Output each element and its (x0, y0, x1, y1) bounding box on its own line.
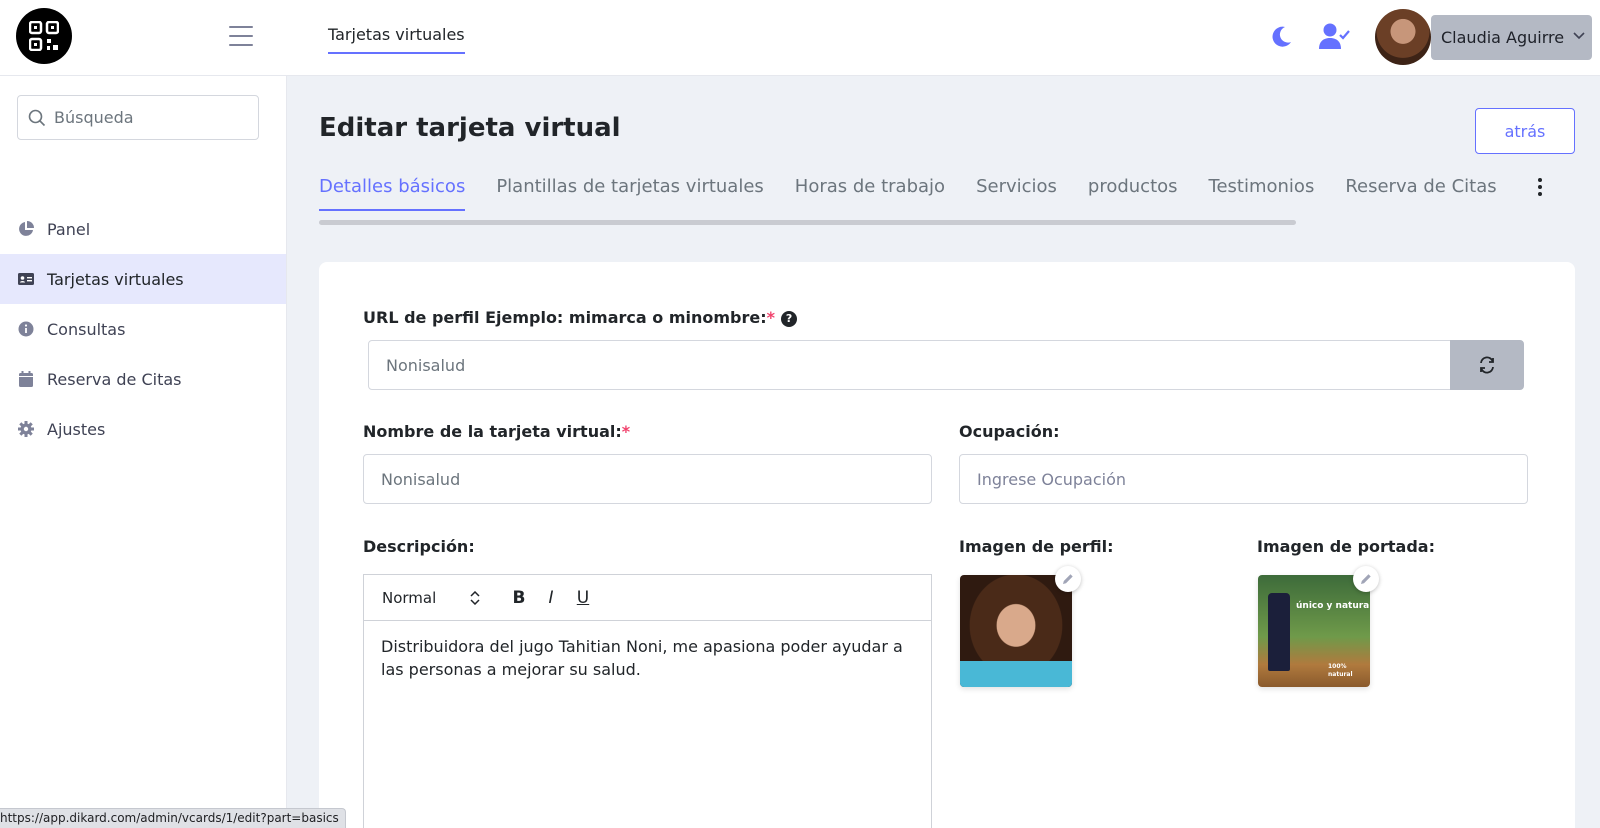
tab-bar: Detalles básicos Plantillas de tarjetas … (319, 176, 1528, 212)
tab-services[interactable]: Servicios (976, 176, 1057, 211)
tab-card-templates[interactable]: Plantillas de tarjetas virtuales (496, 176, 763, 211)
url-label-text: URL de perfil Ejemplo: mimarca o minombr… (363, 308, 767, 327)
app-logo[interactable] (16, 8, 72, 64)
card-name-input[interactable] (363, 454, 932, 504)
occupation-label: Ocupación: (959, 422, 1060, 441)
sidebar-item-appointments[interactable]: Reserva de Citas (0, 354, 286, 404)
sidebar-item-label: Ajustes (47, 419, 106, 439)
card-name-label: Nombre de la tarjeta virtual:* (363, 422, 630, 441)
description-label: Descripción: (363, 537, 475, 556)
basic-details-card: URL de perfil Ejemplo: mimarca o minombr… (319, 262, 1575, 828)
sidebar-item-label: Consultas (47, 319, 126, 339)
refresh-icon (1480, 356, 1494, 374)
required-mark: * (766, 308, 776, 327)
tab-scrollbar[interactable] (319, 220, 1296, 225)
qr-code-icon (29, 21, 59, 51)
search-input[interactable] (54, 108, 244, 127)
sidebar-search (17, 95, 259, 140)
sidebar: Panel Tarjetas virtuales Consultas (0, 76, 287, 828)
cover-bottle (1268, 593, 1290, 671)
info-circle-icon (18, 321, 34, 337)
underline-button[interactable]: U (574, 588, 592, 608)
page-title: Editar tarjeta virtual (319, 113, 621, 143)
main-content: Editar tarjeta virtual atrás Detalles bá… (288, 76, 1600, 828)
sidebar-item-settings[interactable]: Ajustes (0, 404, 286, 454)
profile-image-label: Imagen de perfil: (959, 537, 1114, 556)
sort-icon (470, 590, 480, 605)
sidebar-item-virtual-cards[interactable]: Tarjetas virtuales (0, 254, 286, 304)
chart-pie-icon (19, 221, 34, 236)
bold-button[interactable]: B (510, 588, 528, 608)
sidebar-item-panel[interactable]: Panel (0, 204, 286, 254)
edit-cover-image-button[interactable] (1353, 566, 1379, 592)
sidebar-item-label: Reserva de Citas (47, 369, 182, 389)
back-button[interactable]: atrás (1475, 108, 1575, 154)
user-avatar[interactable] (1375, 9, 1431, 65)
sidebar-nav: Panel Tarjetas virtuales Consultas Reser… (0, 204, 286, 454)
editor-toolbar: Normal B I U (364, 575, 931, 621)
search-icon (28, 109, 46, 126)
occupation-input[interactable] (959, 454, 1528, 504)
more-vertical-icon[interactable] (1536, 178, 1544, 200)
cover-image-preview: único y natural 100% natural (1258, 575, 1370, 687)
top-header: Tarjetas virtuales Claudia Aguirre (0, 0, 1600, 76)
description-text[interactable]: Distribuidora del jugo Tahitian Noni, me… (364, 621, 931, 695)
top-tab-virtual-cards[interactable]: Tarjetas virtuales (328, 25, 465, 54)
card-name-label-text: Nombre de la tarjeta virtual: (363, 422, 622, 441)
description-editor: Normal B I U Distribuidora del jugo Tahi… (363, 574, 932, 828)
user-check-icon[interactable] (1318, 22, 1350, 52)
tab-products[interactable]: productos (1088, 176, 1178, 211)
cover-slogan: único y natural (1296, 601, 1370, 611)
italic-button[interactable]: I (542, 588, 560, 608)
edit-profile-image-button[interactable] (1055, 566, 1081, 592)
sidebar-item-label: Tarjetas virtuales (47, 269, 184, 289)
user-menu-button[interactable]: Claudia Aguirre (1431, 15, 1592, 60)
profile-image-preview (960, 575, 1072, 687)
sidebar-item-label: Panel (47, 219, 91, 239)
tab-basic-details[interactable]: Detalles básicos (319, 176, 466, 211)
refresh-url-button[interactable] (1450, 340, 1524, 390)
moon-icon[interactable] (1268, 24, 1294, 50)
profile-image-shirt (960, 661, 1072, 687)
cover-badge: 100% natural (1328, 663, 1353, 678)
user-name: Claudia Aguirre (1441, 28, 1565, 47)
cover-image-label: Imagen de portada: (1257, 537, 1435, 556)
format-select[interactable]: Normal (382, 589, 480, 607)
url-label: URL de perfil Ejemplo: mimarca o minombr… (363, 308, 798, 327)
pencil-icon (1063, 574, 1073, 584)
browser-status-url: https://app.dikard.com/admin/vcards/1/ed… (0, 808, 346, 828)
pencil-icon (1361, 574, 1371, 584)
tab-business-hours[interactable]: Horas de trabajo (795, 176, 945, 211)
id-card-icon (18, 273, 34, 285)
required-mark: * (621, 422, 631, 441)
gear-icon (18, 421, 34, 437)
chevron-down-icon (1573, 32, 1585, 40)
tab-testimonials[interactable]: Testimonios (1209, 176, 1315, 211)
menu-toggle-icon[interactable] (229, 26, 253, 46)
sidebar-item-inquiries[interactable]: Consultas (0, 304, 286, 354)
calendar-icon (19, 371, 33, 387)
format-select-value: Normal (382, 588, 437, 607)
profile-url-input[interactable] (368, 340, 1451, 390)
tab-appointments[interactable]: Reserva de Citas (1345, 176, 1496, 211)
help-icon[interactable]: ? (781, 310, 798, 327)
